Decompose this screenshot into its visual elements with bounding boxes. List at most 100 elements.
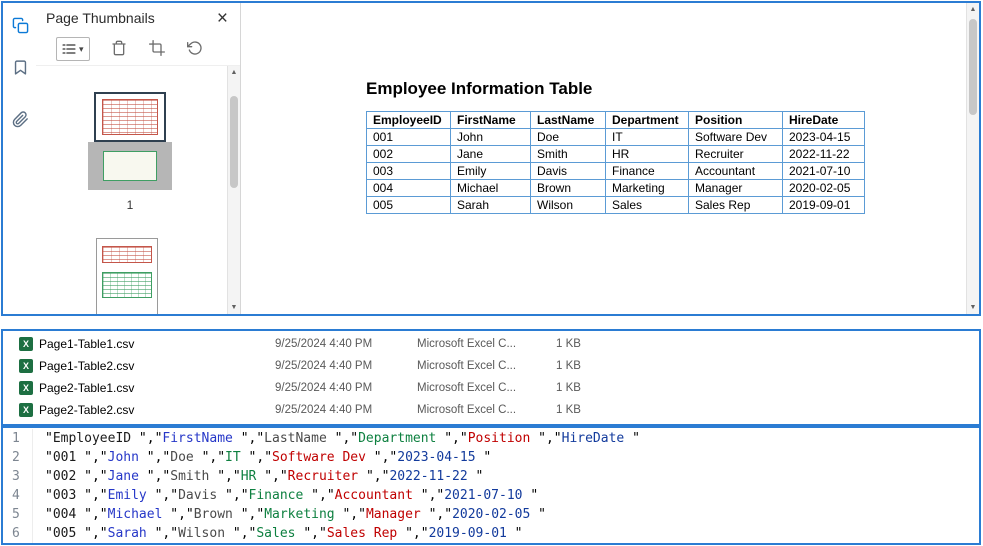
csv-comma: , [91,526,100,541]
pdf-table-cell: Marketing [605,179,689,197]
page-1-thumbnail-view-rect [94,92,166,142]
thumbnail-mini-table-red [102,99,158,135]
excel-file-icon: X [19,381,33,395]
csv-quote: " [45,507,53,522]
page-1-thumbnail[interactable]: 1 [88,92,172,212]
pdf-table-cell: Sarah [450,196,531,214]
pdf-table-cell: 2020-02-05 [782,179,865,197]
csv-field: Finance [248,488,312,503]
csv-field: Emily [107,488,155,503]
file-row[interactable]: X Page1-Table1.csv 9/25/2024 4:40 PM Micros… [3,333,979,355]
scrollbar-thumb[interactable] [230,96,238,188]
rotate-pages-button[interactable] [186,40,204,58]
file-row[interactable]: X Page1-Table2.csv 9/25/2024 4:40 PM Micros… [3,355,979,377]
csv-field: Sarah [107,526,155,541]
csv-field: Michael [107,507,171,522]
csv-quote: " [170,526,179,541]
bookmarks-button[interactable] [10,59,30,79]
csv-quote: " [405,526,413,541]
pdf-table-cell: Michael [450,179,531,197]
pdf-table-cell: IT [605,128,689,146]
csv-field: Sales Rep [326,526,406,541]
pdf-table-cell: Manager [688,179,783,197]
csv-quote: " [45,450,53,465]
page-2-thumbnail[interactable] [96,238,158,314]
editor-line: 5 "004 ","Michael ","Brown ","Marketing "… [3,505,979,524]
csv-quote: " [514,526,523,541]
csv-quote: " [45,431,53,446]
file-size: 1 KB [556,360,581,372]
pdf-page-view[interactable]: Employee Information Table EmployeeID Fir… [242,3,965,314]
paperclip-icon [12,111,28,128]
csv-quote: " [84,450,92,465]
csv-quote: " [84,469,92,484]
file-type: Microsoft Excel C... [417,360,517,372]
csv-quote: " [232,469,241,484]
line-number: 4 [3,486,33,505]
csv-quote: " [84,507,92,522]
csv-comma: , [373,469,382,484]
csv-quote: " [232,526,241,541]
pdf-table-cell: 001 [366,128,451,146]
csv-field: Davis [178,488,226,503]
editor-code: "003 ","Emily ","Davis ","Finance ","Acc… [33,486,538,505]
csv-quote: " [279,469,288,484]
csv-comma: , [91,507,100,522]
delete-pages-button[interactable] [110,40,128,58]
csv-comma: , [225,469,233,484]
csv-comma: , [146,431,155,446]
editor-line: 6 "005 ","Sarah ","Wilson ","Sales ","Sal… [3,524,979,543]
line-number: 3 [3,467,33,486]
csv-comma: , [545,431,554,446]
csv-field: FirstName [162,431,241,446]
file-row[interactable]: X Page2-Table2.csv 9/25/2024 4:40 PM Micros… [3,399,979,421]
csv-field: Wilson [178,526,233,541]
file-name: Page1-Table2.csv [39,359,135,373]
file-row[interactable]: X Page2-Table1.csv 9/25/2024 4:40 PM Micros… [3,377,979,399]
file-name: Page1-Table1.csv [39,337,135,351]
bookmark-icon [14,60,26,75]
csv-quote: " [459,431,468,446]
excel-file-icon: X [19,359,33,373]
crop-pages-button[interactable] [148,40,166,58]
file-date: 9/25/2024 4:40 PM [275,404,373,416]
scrollbar-thumb[interactable] [969,19,977,115]
pdf-table-header-cell: HireDate [782,111,865,129]
csv-quote: " [45,469,53,484]
editor-code: "002 ","Jane ","Smith ","HR ","Recruiter… [33,467,483,486]
csv-quote: " [420,526,429,541]
csv-quote: " [99,469,108,484]
csv-field: Recruiter [287,469,366,484]
scroll-down-icon[interactable]: ▼ [228,304,240,311]
csv-quote: " [240,507,249,522]
csv-field: Smith [170,469,218,484]
editor-code: "005 ","Sarah ","Wilson ","Sales ","Sale… [33,524,523,543]
thumbnail-options-button[interactable]: ▾ [56,37,90,61]
document-scrollbar[interactable]: ▲ ▼ [966,3,979,314]
csv-quote: " [170,507,179,522]
csv-comma: , [350,507,359,522]
pdf-table-cell: Davis [530,162,606,180]
thumbnails-scrollbar[interactable]: ▲ ▼ [227,66,240,314]
csv-quote: " [138,431,147,446]
scroll-up-icon[interactable]: ▲ [228,69,240,76]
page-thumbnails-button[interactable] [10,17,30,37]
csv-field: 003 [52,488,85,503]
scroll-up-icon[interactable]: ▲ [967,6,979,13]
csv-quote: " [146,450,155,465]
file-date: 9/25/2024 4:40 PM [275,360,373,372]
attachments-button[interactable] [10,111,30,131]
csv-quote: " [530,488,539,503]
excel-file-icon: X [19,403,33,417]
csv-field: Software Dev [272,450,374,465]
csv-quote: " [538,507,546,522]
csv-comma: , [240,526,249,541]
csv-quote: " [264,469,273,484]
close-icon[interactable]: × [217,9,228,28]
screen: Page Thumbnails × ▾ 1 ▲ ▼ Employee Infor… [0,0,983,546]
csv-editor-panel[interactable]: 1 "EmployeeID ","FirstName ","LastName ",… [1,426,981,545]
pdf-table-cell: Emily [450,162,531,180]
scroll-down-icon[interactable]: ▼ [967,304,979,311]
csv-quote: " [475,469,484,484]
csv-field: 002 [52,469,85,484]
